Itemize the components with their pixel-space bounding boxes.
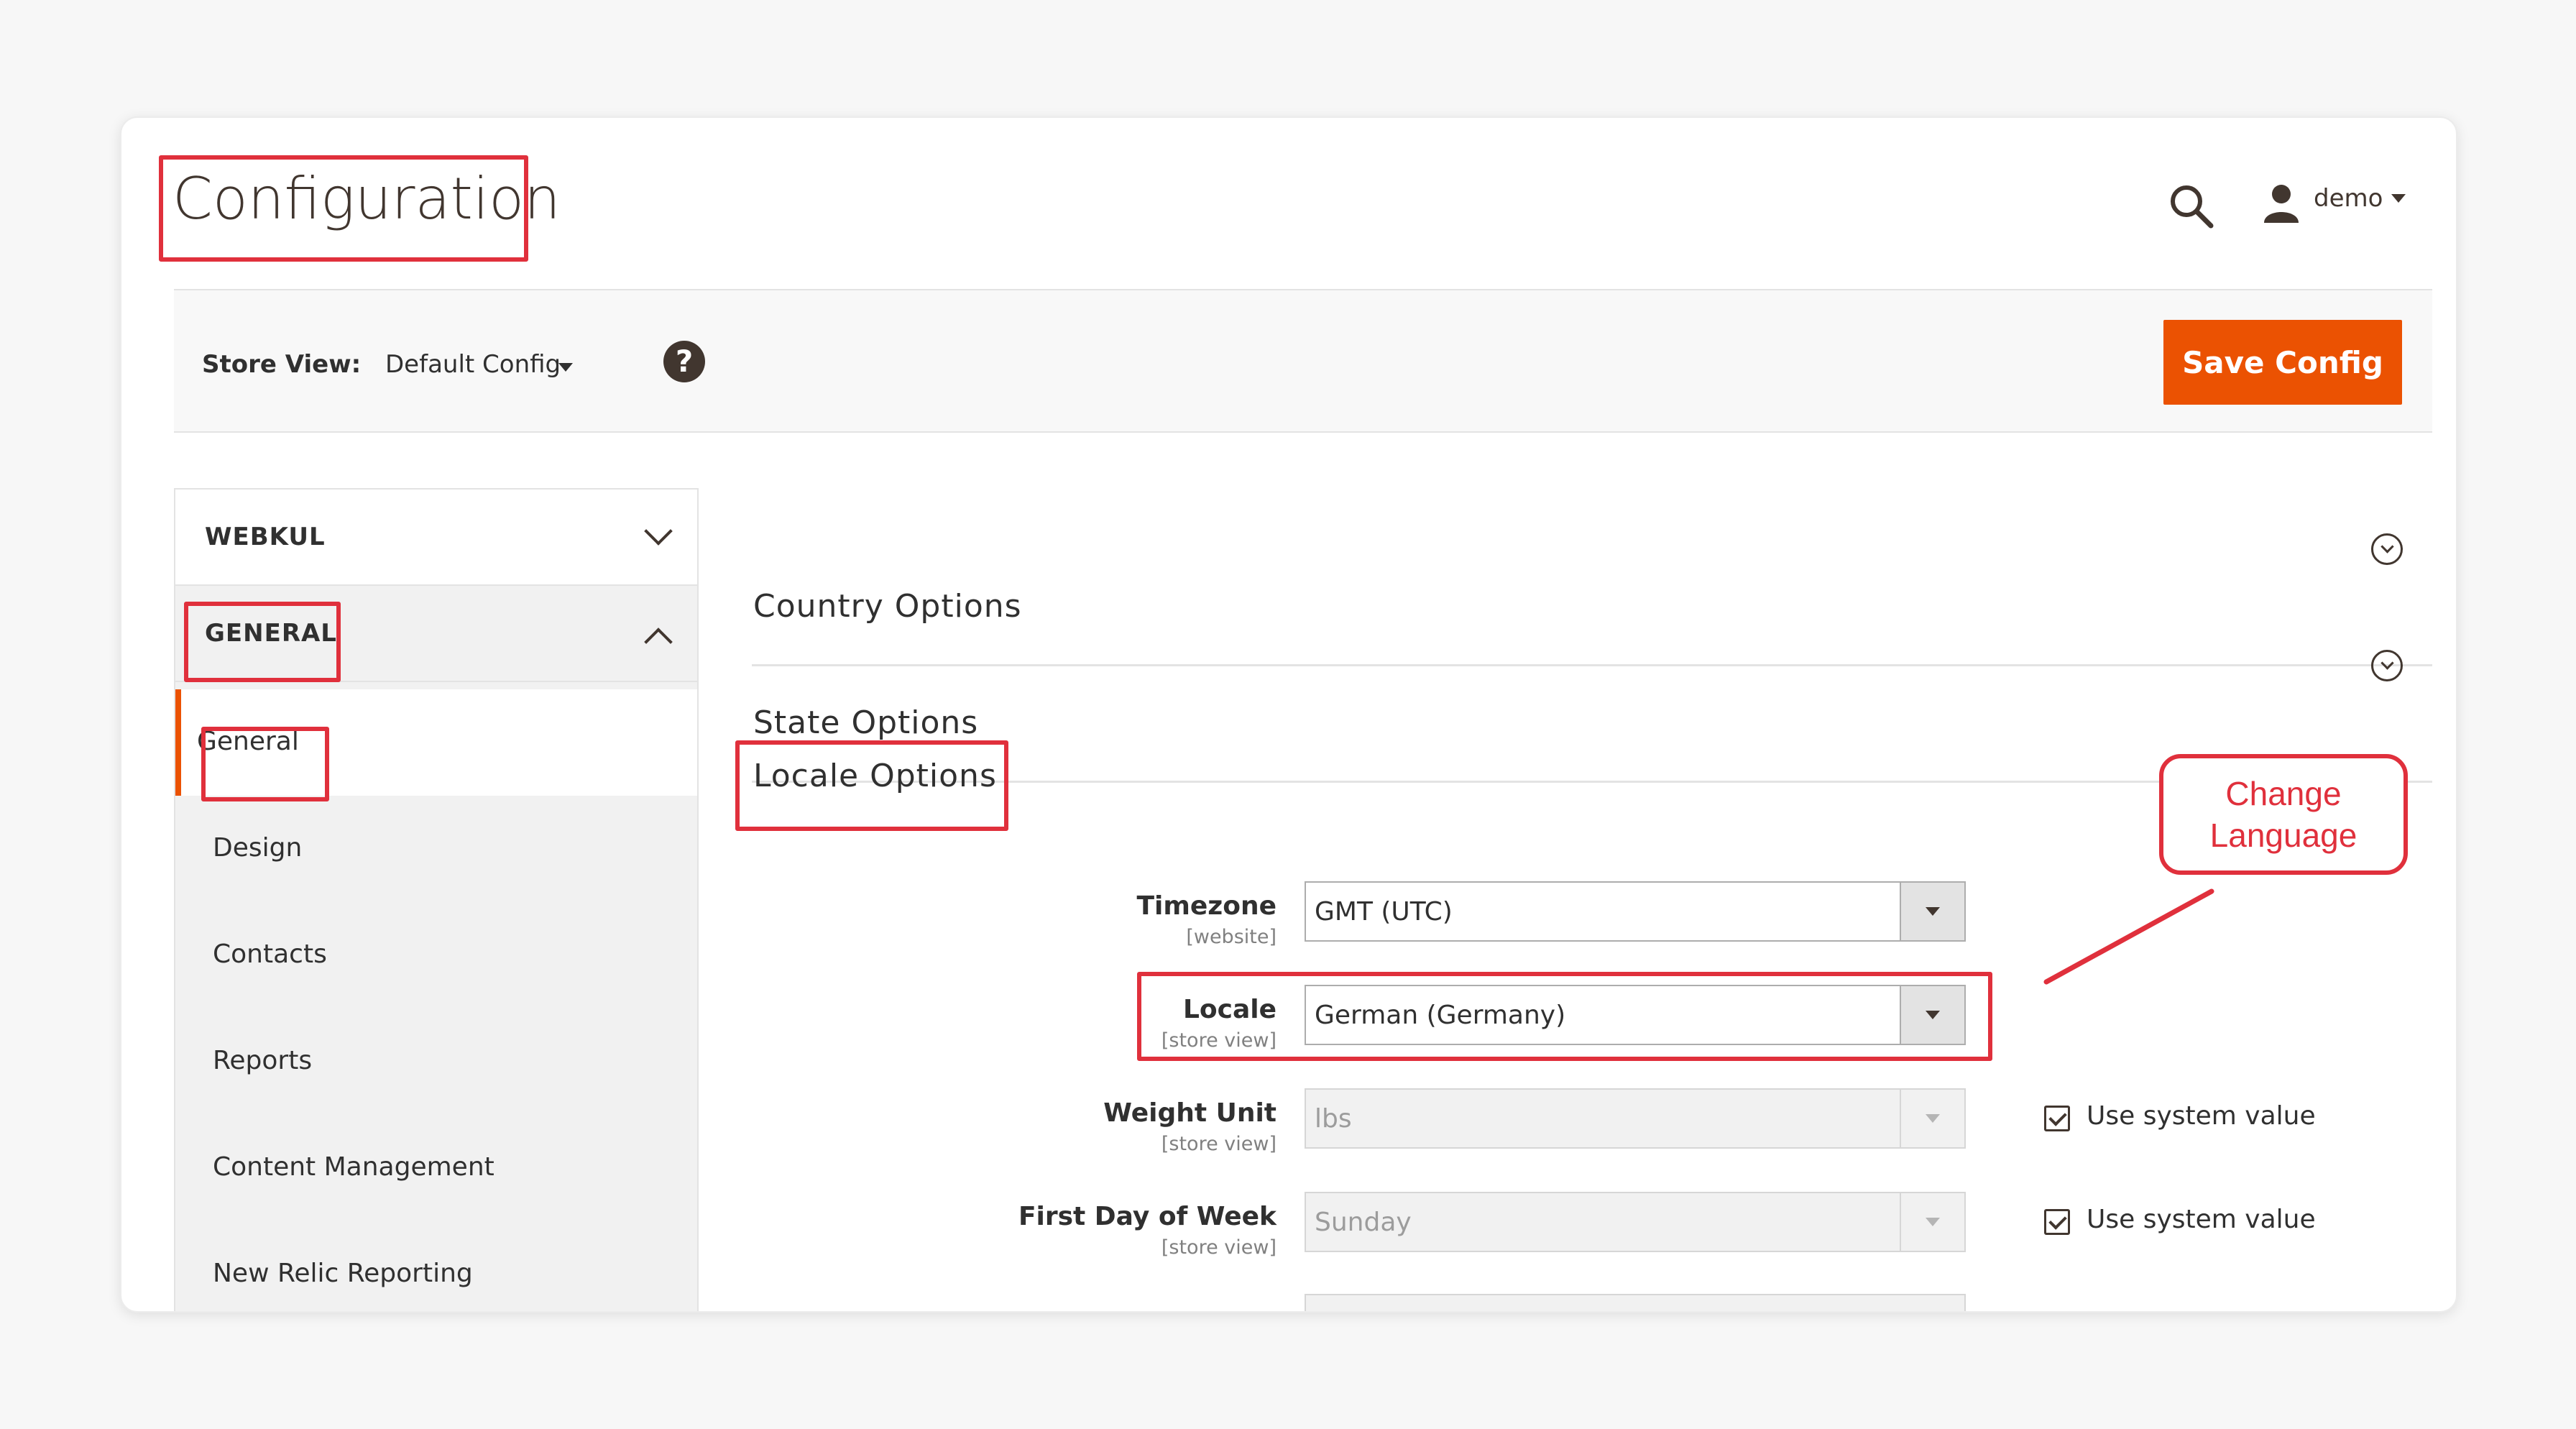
- weight-unit-scope: [store view]: [1161, 1133, 1276, 1155]
- chevron-down-icon: [1900, 1193, 1964, 1251]
- callout-line-1: Change: [2225, 775, 2342, 812]
- first-day-of-week-scope: [store view]: [1161, 1236, 1276, 1259]
- weight-unit-select[interactable]: lbs: [1305, 1088, 1966, 1149]
- highlight-locale-field: [1137, 972, 1992, 1061]
- timezone-value: GMT (UTC): [1315, 897, 1453, 927]
- sidebar-item-label: New Relic Reporting: [213, 1259, 473, 1288]
- sidebar-item-label: Contacts: [213, 939, 327, 969]
- timezone-label: Timezone: [1136, 891, 1276, 921]
- first-day-of-week-select[interactable]: Sunday: [1305, 1192, 1966, 1252]
- save-config-button[interactable]: Save Config: [2163, 320, 2402, 405]
- sidebar-item-design[interactable]: Design: [175, 796, 697, 902]
- configuration-panel: Configuration demo Store View: Default C…: [120, 116, 2457, 1313]
- sidebar-group-label: WEBKUL: [205, 523, 326, 551]
- expand-state-options-icon[interactable]: [2371, 650, 2403, 681]
- sidebar-item-new-relic-reporting[interactable]: New Relic Reporting: [175, 1221, 697, 1311]
- callout-line-2: Language: [2209, 817, 2358, 854]
- section-title: Country Options: [753, 588, 1022, 625]
- user-menu-caret-icon[interactable]: [2391, 194, 2406, 203]
- timezone-select[interactable]: GMT (UTC): [1305, 881, 1966, 942]
- sidebar-item-label: Reports: [213, 1046, 313, 1075]
- weight-unit-use-system-label[interactable]: Use system value: [2087, 1101, 2316, 1131]
- user-menu[interactable]: demo: [2314, 184, 2383, 213]
- store-view-switcher[interactable]: Default Config: [385, 350, 561, 379]
- chevron-up-icon: [644, 628, 673, 656]
- weight-unit-value: lbs: [1315, 1104, 1352, 1134]
- highlight-general-item: [201, 727, 329, 801]
- sidebar-group-webkul[interactable]: WEBKUL: [175, 488, 697, 586]
- callout-pointer: [2043, 888, 2214, 985]
- first-day-of-week-value: Sunday: [1315, 1208, 1412, 1237]
- change-language-callout: Change Language: [2159, 754, 2408, 875]
- weight-unit-use-system-checkbox[interactable]: [2044, 1106, 2070, 1131]
- expand-country-options-icon[interactable]: [2371, 533, 2403, 565]
- first-day-use-system-checkbox[interactable]: [2044, 1209, 2070, 1235]
- sidebar-item-content-management[interactable]: Content Management: [175, 1115, 697, 1221]
- section-country-options[interactable]: Country Options: [752, 548, 2432, 666]
- first-day-of-week-label: First Day of Week: [1018, 1202, 1276, 1231]
- sidebar-item-label: Content Management: [213, 1152, 494, 1182]
- help-icon[interactable]: ?: [663, 341, 705, 382]
- sidebar-item-contacts[interactable]: Contacts: [175, 902, 697, 1008]
- timezone-scope: [website]: [1186, 926, 1276, 948]
- highlight-page-title: [159, 155, 528, 262]
- weight-unit-label: Weight Unit: [1103, 1098, 1276, 1128]
- highlight-general-group: [184, 602, 341, 682]
- highlight-locale-options: [735, 740, 1008, 831]
- user-icon[interactable]: [2260, 181, 2303, 224]
- search-icon[interactable]: [2166, 181, 2217, 231]
- store-view-label: Store View:: [202, 350, 362, 379]
- sidebar-item-reports[interactable]: Reports: [175, 1008, 697, 1115]
- chevron-down-icon: [1900, 1090, 1964, 1147]
- first-day-use-system-label[interactable]: Use system value: [2087, 1205, 2316, 1234]
- sidebar-item-label: Design: [213, 833, 303, 863]
- section-title: State Options: [753, 704, 979, 741]
- store-view-caret-icon[interactable]: [558, 363, 573, 372]
- chevron-down-icon: [644, 517, 673, 546]
- next-field-select[interactable]: [1305, 1294, 1966, 1311]
- chevron-down-icon[interactable]: [1900, 883, 1964, 940]
